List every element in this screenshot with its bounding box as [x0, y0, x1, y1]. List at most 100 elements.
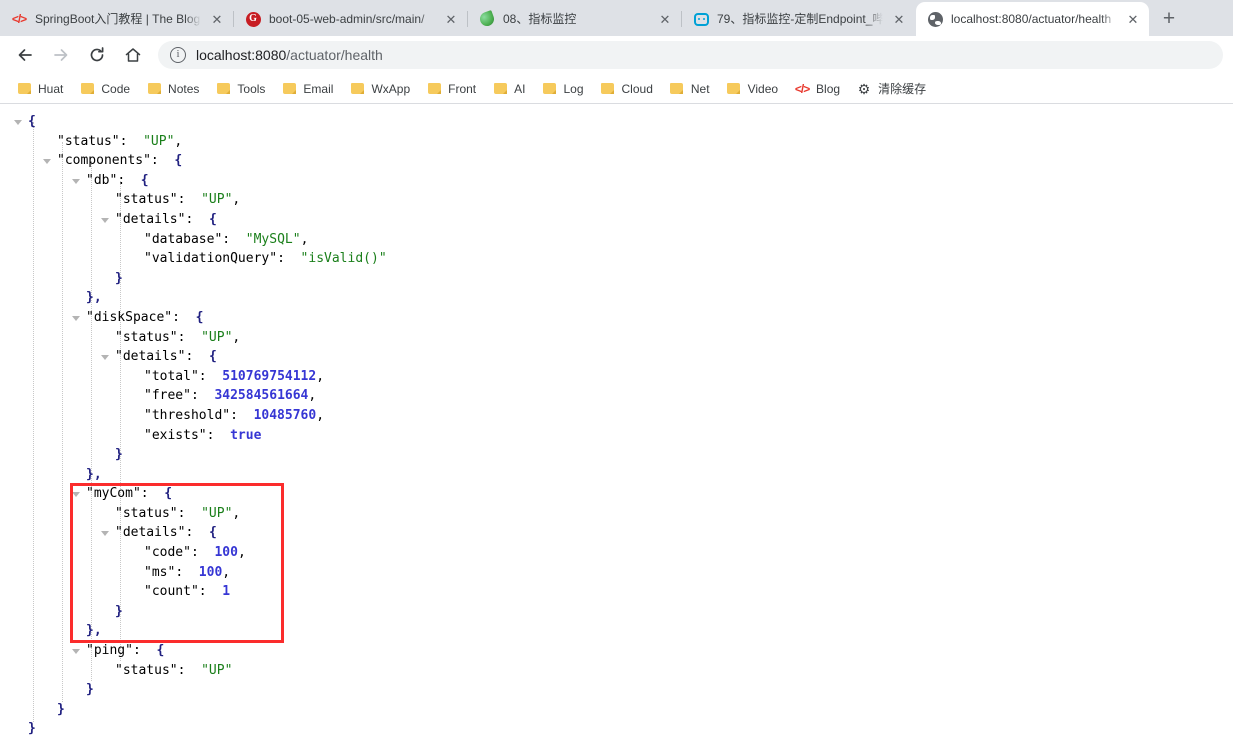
bookmark-item[interactable]: Tools — [207, 77, 273, 101]
tab-favicon: G — [245, 11, 261, 27]
json-brace: } — [115, 447, 123, 462]
forward-button[interactable] — [46, 40, 76, 70]
reload-icon — [87, 45, 107, 65]
browser-tab-active[interactable]: localhost:8080/actuator/health✕ — [916, 2, 1149, 36]
json-value: 342584561664 — [214, 388, 308, 403]
json-line: } — [0, 445, 1233, 465]
json-line: "total": 510769754112, — [0, 367, 1233, 387]
json-brace: } — [115, 604, 123, 619]
json-value: "UP" — [201, 330, 232, 345]
tab-close-icon[interactable]: ✕ — [889, 9, 909, 29]
json-colon: : — [191, 388, 207, 403]
folder-icon — [148, 83, 161, 94]
json-line: "status": "UP", — [0, 190, 1233, 210]
folder-icon — [428, 83, 441, 94]
json-key: "exists" — [144, 428, 207, 443]
new-tab-button[interactable]: + — [1155, 5, 1183, 33]
json-line: "status": "UP", — [0, 504, 1233, 524]
json-line: "ms": 100, — [0, 563, 1233, 583]
json-line: "status": "UP", — [0, 328, 1233, 348]
json-colon: : — [185, 525, 201, 540]
json-key: "status" — [115, 330, 178, 345]
json-line: "status": "UP" — [0, 661, 1233, 681]
json-line: } — [0, 700, 1233, 720]
bookmark-icon — [492, 81, 508, 97]
json-key: "code" — [144, 545, 191, 560]
bookmark-item[interactable]: Email — [273, 77, 341, 101]
bookmark-item[interactable]: Net — [661, 77, 718, 101]
browser-tab[interactable]: 08、指标监控✕ — [468, 2, 681, 36]
json-value: true — [230, 428, 261, 443]
bookmark-item[interactable]: WxApp — [341, 77, 418, 101]
tab-close-icon[interactable]: ✕ — [207, 9, 227, 29]
tab-close-icon[interactable]: ✕ — [441, 9, 461, 29]
bookmark-icon — [281, 81, 297, 97]
site-info-icon[interactable]: i — [170, 47, 186, 63]
bookmark-label: Video — [748, 82, 778, 96]
code-icon: </> — [795, 82, 809, 96]
json-colon: : — [199, 584, 215, 599]
bookmark-item[interactable]: Code — [71, 77, 138, 101]
bookmark-item[interactable]: ⚙ 清除缓存 — [848, 77, 934, 101]
json-colon: : — [120, 134, 136, 149]
collapse-triangle-icon[interactable] — [72, 179, 80, 184]
json-brace: }, — [86, 467, 102, 482]
address-bar[interactable]: i localhost:8080/actuator/health — [158, 41, 1223, 69]
bookmark-item[interactable]: Video — [718, 77, 786, 101]
browser-tab[interactable]: </>SpringBoot入门教程 | The Blog✕ — [0, 2, 233, 36]
bookmark-item[interactable]: Huat — [8, 77, 71, 101]
bookmark-label: Notes — [168, 82, 199, 96]
collapse-triangle-icon[interactable] — [101, 218, 109, 223]
tab-close-icon[interactable]: ✕ — [655, 9, 675, 29]
bookmark-item[interactable]: Cloud — [592, 77, 661, 101]
json-line: }, — [0, 465, 1233, 485]
json-line: "details": { — [0, 347, 1233, 367]
json-brace: } — [115, 271, 123, 286]
json-brace: } — [57, 702, 65, 717]
browser-tab[interactable]: 79、指标监控-定制Endpoint_哔✕ — [682, 2, 915, 36]
browser-tab[interactable]: Gboot-05-web-admin/src/main/✕ — [234, 2, 467, 36]
json-comma: , — [232, 192, 240, 207]
bookmark-item[interactable]: Log — [533, 77, 591, 101]
collapse-triangle-icon[interactable] — [72, 649, 80, 654]
bookmark-label: Huat — [38, 82, 63, 96]
json-key: "status" — [57, 134, 120, 149]
json-line: "free": 342584561664, — [0, 386, 1233, 406]
arrow-left-icon — [15, 45, 35, 65]
bookmark-icon: ⚙ — [856, 81, 872, 97]
collapse-triangle-icon[interactable] — [72, 492, 80, 497]
tab-favicon — [927, 11, 943, 27]
bookmark-icon — [600, 81, 616, 97]
bookmark-label: Code — [101, 82, 130, 96]
bookmark-item[interactable]: AI — [484, 77, 533, 101]
back-button[interactable] — [10, 40, 40, 70]
bookmark-item[interactable]: Front — [418, 77, 484, 101]
reload-button[interactable] — [82, 40, 112, 70]
collapse-triangle-icon[interactable] — [14, 120, 22, 125]
globe-icon — [928, 12, 943, 27]
bookmark-item[interactable]: Notes — [138, 77, 207, 101]
collapse-triangle-icon[interactable] — [101, 355, 109, 360]
bilibili-icon — [694, 13, 709, 26]
collapse-triangle-icon[interactable] — [72, 316, 80, 321]
json-value: { — [174, 153, 182, 168]
json-colon: : — [230, 408, 246, 423]
json-key: "validationQuery" — [144, 251, 277, 266]
json-line: "exists": true — [0, 426, 1233, 446]
json-line: "db": { — [0, 171, 1233, 191]
bookmark-item[interactable]: </>Blog — [786, 77, 848, 101]
json-colon: : — [199, 369, 215, 384]
collapse-triangle-icon[interactable] — [101, 531, 109, 536]
bookmark-label: 清除缓存 — [878, 80, 926, 97]
tab-close-icon[interactable]: ✕ — [1123, 9, 1143, 29]
bookmark-icon — [16, 81, 32, 97]
home-button[interactable] — [118, 40, 148, 70]
browser-tab-strip: </>SpringBoot入门教程 | The Blog✕Gboot-05-we… — [0, 0, 1233, 36]
json-line: }, — [0, 621, 1233, 641]
bookmarks-bar: Huat Code Notes ToolsEmailWxAppFront AI LogCl… — [0, 74, 1233, 104]
collapse-triangle-icon[interactable] — [43, 159, 51, 164]
json-value: { — [164, 486, 172, 501]
arrow-right-icon — [51, 45, 71, 65]
bookmark-label: AI — [514, 82, 525, 96]
json-line: { — [0, 112, 1233, 132]
